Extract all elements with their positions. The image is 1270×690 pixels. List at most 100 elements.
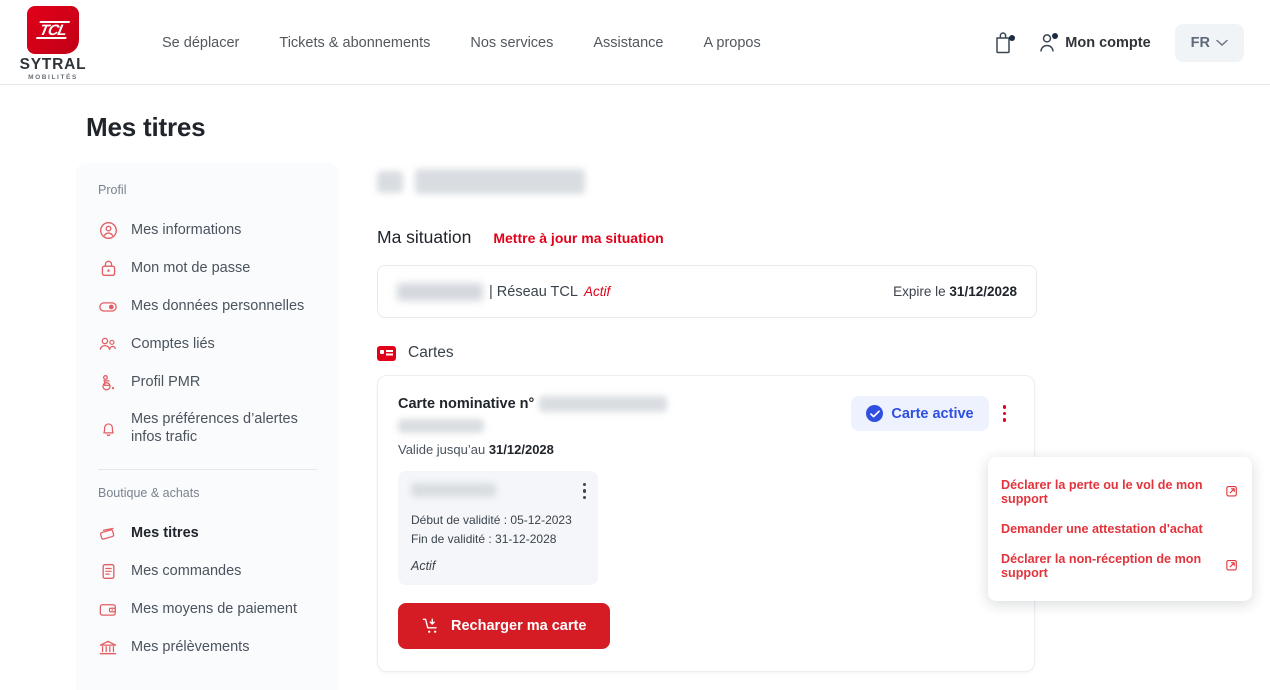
chevron-down-icon [1216,39,1228,46]
document-icon [98,561,118,581]
sidebar-item-mon-mot-de-passe[interactable]: Mon mot de passe [76,249,339,287]
sidebar-divider [98,469,317,471]
update-situation-link[interactable]: Mettre à jour ma situation [493,230,663,246]
carte-valid-prefix: Valide jusqu’au [398,442,489,457]
situation-expiry-prefix: Expire le [893,284,950,299]
lock-icon [98,258,118,278]
cart-notification-dot [1009,35,1016,41]
header-actions: Mon compte FR [994,0,1244,85]
recharger-label: Recharger ma carte [451,618,587,635]
titre-end-date: Fin de validité : 31-12-2028 [411,532,557,547]
bank-icon [98,637,118,657]
check-icon [866,405,884,422]
ctx-item-declarer-perte-vol[interactable]: Déclarer la perte ou le vol de mon suppo… [988,470,1252,514]
nav-item-assistance[interactable]: Assistance [593,35,663,51]
titre-name-redacted [411,483,496,497]
sidebar-item-label: Comptes liés [131,335,215,352]
account-notification-dot [1052,32,1059,39]
nav-item-se-deplacer[interactable]: Se déplacer [162,35,239,51]
situation-header: Ma situation Mettre à jour ma situation [377,227,1037,248]
titre-start-date: Début de validité : 05-12-2023 [411,513,572,527]
situation-card: | Réseau TCL Actif Expire le 31/12/2028 [377,265,1037,318]
titre-subcard: Début de validité : 05-12-2023 Fin de va… [398,471,598,586]
wallet-icon [98,599,118,619]
language-selector[interactable]: FR [1174,23,1244,62]
sidebar-item-mes-preferences-alertes[interactable]: Mes préférences d’alertes infos trafic [76,401,339,455]
carte-validity: Valide jusqu’au 31/12/2028 [398,442,667,457]
main-navigation: Se déplacer Tickets & abonnements Nos se… [162,0,761,85]
sidebar-item-label: Mes moyens de paiement [131,601,298,618]
carte-nominative-panel: Carte nominative n° Valide jusqu’au 31/1… [377,375,1035,673]
cartes-section-label: Cartes [408,344,454,361]
status-badge-label: Carte active [891,405,974,422]
my-account-button[interactable]: Mon compte [1038,32,1151,54]
sidebar-item-comptes-lies[interactable]: Comptes liés [76,325,339,363]
tcl-logo-mark: TCL [27,6,79,54]
carte-number-redacted [539,396,668,412]
site-header: TCL SYTRAL MOBILITÉS Se déplacer Tickets… [0,0,1270,85]
sidebar-item-mes-prelevements[interactable]: Mes prélèvements [76,628,339,666]
bell-icon [98,418,118,438]
sytral-logo[interactable]: TCL SYTRAL MOBILITÉS [14,6,92,81]
sidebar-item-label: Mes préférences d’alertes infos trafic [131,411,298,446]
ctx-item-attestation-achat[interactable]: Demander une attestation d'achat [988,514,1252,544]
recharger-ma-carte-button[interactable]: Recharger ma carte [398,603,611,650]
carte-title: Carte nominative n° [398,396,535,412]
carte-header-row: Carte nominative n° Valide jusqu’au 31/1… [398,396,1014,457]
sidebar-item-mes-commandes[interactable]: Mes commandes [76,552,339,590]
user-name-header [377,163,1037,225]
account-sidebar: Profil Mes informations Mon mot de passe… [76,163,339,690]
sidebar-group-label-profil: Profil [98,183,127,197]
sidebar-item-label: Mon mot de passe [131,259,251,276]
cart-button[interactable] [994,31,1016,54]
external-link-icon [1226,485,1238,500]
language-value: FR [1190,34,1210,51]
sidebar-item-mes-moyens-de-paiement[interactable]: Mes moyens de paiement [76,590,339,628]
carte-holder-redacted [398,419,484,433]
carte-options-button[interactable] [995,399,1014,427]
logo-brand-name: SYTRAL [19,56,87,73]
ctx-item-label: Déclarer la non-réception de mon support [1001,552,1202,580]
sidebar-item-label: Mes prélèvements [131,639,250,656]
ctx-item-non-reception[interactable]: Déclarer la non-réception de mon support [988,544,1252,588]
accessibility-icon [98,372,118,392]
toggle-icon [98,296,118,316]
my-account-label: Mon compte [1065,34,1151,51]
kebab-dot [582,483,586,487]
main-content: Ma situation Mettre à jour ma situation … [377,163,1037,673]
sidebar-group-label-boutique: Boutique & achats [98,486,200,501]
situation-info: | Réseau TCL Actif [397,282,611,301]
kebab-dot [1002,405,1006,409]
user-circle-icon [98,220,118,240]
tcl-logo-text: TCL [35,21,70,39]
status-badge: Carte active [851,396,989,431]
sidebar-item-mes-titres[interactable]: Mes titres [76,514,339,552]
users-icon [98,334,118,354]
card-icon [377,345,396,361]
sidebar-item-label: Mes titres [131,525,199,542]
app-page: TCL SYTRAL MOBILITÉS Se déplacer Tickets… [0,0,1270,690]
cart-download-icon [422,617,440,635]
kebab-dot [582,495,586,500]
sidebar-item-label: Profil PMR [131,373,201,390]
titre-status: Actif [411,559,436,574]
kebab-dot [582,489,586,493]
kebab-dot [1002,411,1006,416]
carte-title-wrap: Carte nominative n° [398,396,668,412]
sidebar-item-profil-pmr[interactable]: Profil PMR [76,363,339,401]
carte-context-menu: Déclarer la perte ou le vol de mon suppo… [988,457,1252,601]
situation-title: Ma situation [377,227,472,247]
account-icon-wrap [1038,32,1059,54]
nav-item-nos-services[interactable]: Nos services [470,35,553,51]
sidebar-item-mes-informations[interactable]: Mes informations [76,211,339,249]
titre-options-button[interactable] [575,477,594,505]
nav-item-a-propos[interactable]: A propos [704,35,761,51]
situation-status: Actif [583,284,611,299]
carte-valid-date: 31/12/2028 [488,442,554,457]
sidebar-item-mes-donnees-personnelles[interactable]: Mes données personnelles [76,287,339,325]
carte-header-right: Carte active [851,396,1014,431]
situation-network: | Réseau TCL [489,283,578,300]
nav-item-tickets-abonnements[interactable]: Tickets & abonnements [279,35,430,51]
sidebar-item-label: Mes informations [131,221,242,238]
cartes-section-header: Cartes [377,344,1037,362]
